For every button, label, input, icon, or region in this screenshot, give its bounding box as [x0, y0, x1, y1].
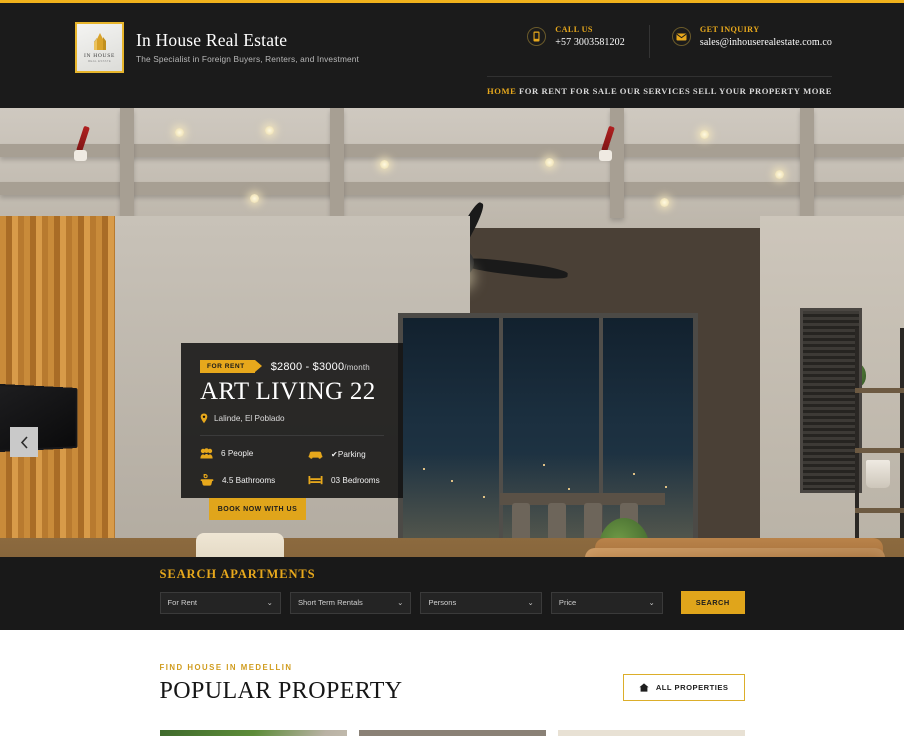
contact-call-us[interactable]: CALL US +57 3003581202 [527, 25, 650, 58]
card-divider [200, 435, 384, 437]
price-value: $2800 - $3000 [270, 360, 345, 373]
hero-property-card: FOR RENT $2800 - $3000/month ART LIVING … [181, 343, 403, 498]
filter-value: Persons [428, 598, 457, 607]
bathtub-icon [200, 474, 214, 486]
hero-interior-photo [0, 108, 904, 557]
property-location: Lalinde, El Poblado [200, 413, 384, 424]
chevron-down-icon: ⌄ [648, 598, 655, 607]
property-price: $2800 - $3000/month [271, 361, 370, 373]
property-card[interactable] [358, 730, 546, 736]
nav-item-home[interactable]: HOME [487, 86, 516, 96]
status-badge: FOR RENT [200, 360, 262, 373]
phone-glyph [533, 31, 540, 42]
all-properties-button[interactable]: ALL PROPERTIES [622, 674, 745, 701]
leather-sofa [585, 548, 885, 557]
site-header: IN HOUSE REAL ESTATE In House Real Estat… [0, 3, 904, 108]
property-title: ART LIVING 22 [200, 378, 376, 405]
spec-parking: ✔Parking [308, 448, 384, 459]
chevron-down-icon: ⌄ [397, 598, 404, 607]
contact-value: sales@inhouserealestate.com.co [699, 37, 832, 48]
page-title: POPULAR PROPERTY [159, 678, 403, 704]
chevron-down-icon: ⌄ [266, 598, 273, 607]
spec-bedrooms: 03 Bedrooms [308, 474, 384, 486]
nav-item-for-rent[interactable]: FOR RENT [519, 86, 568, 96]
logo-subword: REAL ESTATE [87, 59, 112, 63]
brand-name: In House Real Estate [136, 29, 288, 50]
book-now-button[interactable]: BOOK NOW WITH US [209, 498, 306, 520]
property-specs: 6 People ✔Parking 4.5 Bathrooms 03 Bedro… [200, 448, 384, 486]
filter-listing-type[interactable]: For Rent ⌄ [159, 591, 281, 614]
hero-slider: FOR RENT $2800 - $3000/month ART LIVING … [0, 108, 904, 557]
filter-value: Price [558, 598, 577, 607]
nav-item-more[interactable]: MORE [803, 86, 832, 96]
filter-value: Short Term Rentals [297, 598, 363, 607]
brand-logo[interactable]: IN HOUSE REAL ESTATE In House Real Estat… [75, 22, 359, 73]
envelope-glyph [676, 33, 687, 40]
nav-item-our-services[interactable]: OUR SERVICES [620, 86, 691, 96]
search-heading: SEARCH APARTMENTS [159, 567, 316, 581]
location-text: Lalinde, El Poblado [214, 414, 285, 424]
car-icon [308, 451, 323, 459]
contact-label: GET INQUIRY [699, 25, 760, 34]
header-contacts: CALL US +57 3003581202 GET INQUIRY sales… [527, 25, 832, 58]
spec-bathrooms: 4.5 Bathrooms [200, 474, 308, 486]
contact-label: CALL US [555, 25, 593, 34]
hero-prev-arrow[interactable] [10, 427, 38, 457]
spec-text: 6 People [221, 449, 254, 459]
filter-persons[interactable]: Persons ⌄ [420, 591, 542, 614]
search-section: SEARCH APARTMENTS For Rent ⌄ Short Term … [0, 557, 904, 630]
contact-value: +57 3003581202 [555, 37, 625, 48]
price-row: FOR RENT $2800 - $3000/month [200, 360, 384, 373]
brand-tagline: The Specialist in Foreign Buyers, Renter… [136, 54, 359, 65]
spec-text: 4.5 Bathrooms [222, 475, 276, 485]
envelope-icon [671, 27, 691, 46]
search-button[interactable]: SEARCH [680, 591, 745, 614]
map-pin-icon [200, 413, 208, 424]
property-card-list [159, 730, 745, 736]
all-properties-label: ALL PROPERTIES [655, 683, 729, 692]
bed-icon [308, 476, 323, 485]
price-unit: /month [344, 362, 370, 372]
popular-property-section: FIND HOUSE IN MEDELLIN POPULAR PROPERTY … [0, 630, 904, 736]
section-eyebrow: FIND HOUSE IN MEDELLIN [159, 663, 293, 672]
window-shutter [800, 308, 862, 493]
filter-value: For Rent [167, 598, 198, 607]
shelving-unit [855, 328, 904, 557]
spec-text: 03 Bedrooms [331, 475, 380, 485]
home-icon [639, 683, 649, 692]
phone-icon [527, 27, 547, 46]
chevron-left-icon [20, 435, 28, 449]
armchair [196, 533, 284, 557]
main-navigation: HOME FOR RENT FOR SALE OUR SERVICES SELL… [487, 76, 832, 96]
property-card[interactable] [557, 730, 745, 736]
people-icon [200, 448, 213, 459]
spec-people: 6 People [200, 448, 308, 459]
search-filters: For Rent ⌄ Short Term Rentals ⌄ Persons … [159, 591, 745, 614]
filter-price[interactable]: Price ⌄ [550, 591, 663, 614]
page-root: IN HOUSE REAL ESTATE In House Real Estat… [0, 0, 904, 736]
chevron-down-icon: ⌄ [527, 598, 534, 607]
contact-get-inquiry[interactable]: GET INQUIRY sales@inhouserealestate.com.… [650, 25, 832, 58]
spec-label: Parking [337, 449, 366, 459]
logo-mark-box: IN HOUSE REAL ESTATE [75, 22, 124, 73]
spec-text: ✔Parking [331, 449, 366, 459]
nav-item-for-sale[interactable]: FOR SALE [570, 86, 617, 96]
building-icon [93, 33, 106, 50]
property-card[interactable] [159, 730, 347, 736]
nav-item-sell-your-property[interactable]: SELL YOUR PROPERTY [693, 86, 801, 96]
filter-rental-term[interactable]: Short Term Rentals ⌄ [289, 591, 412, 614]
